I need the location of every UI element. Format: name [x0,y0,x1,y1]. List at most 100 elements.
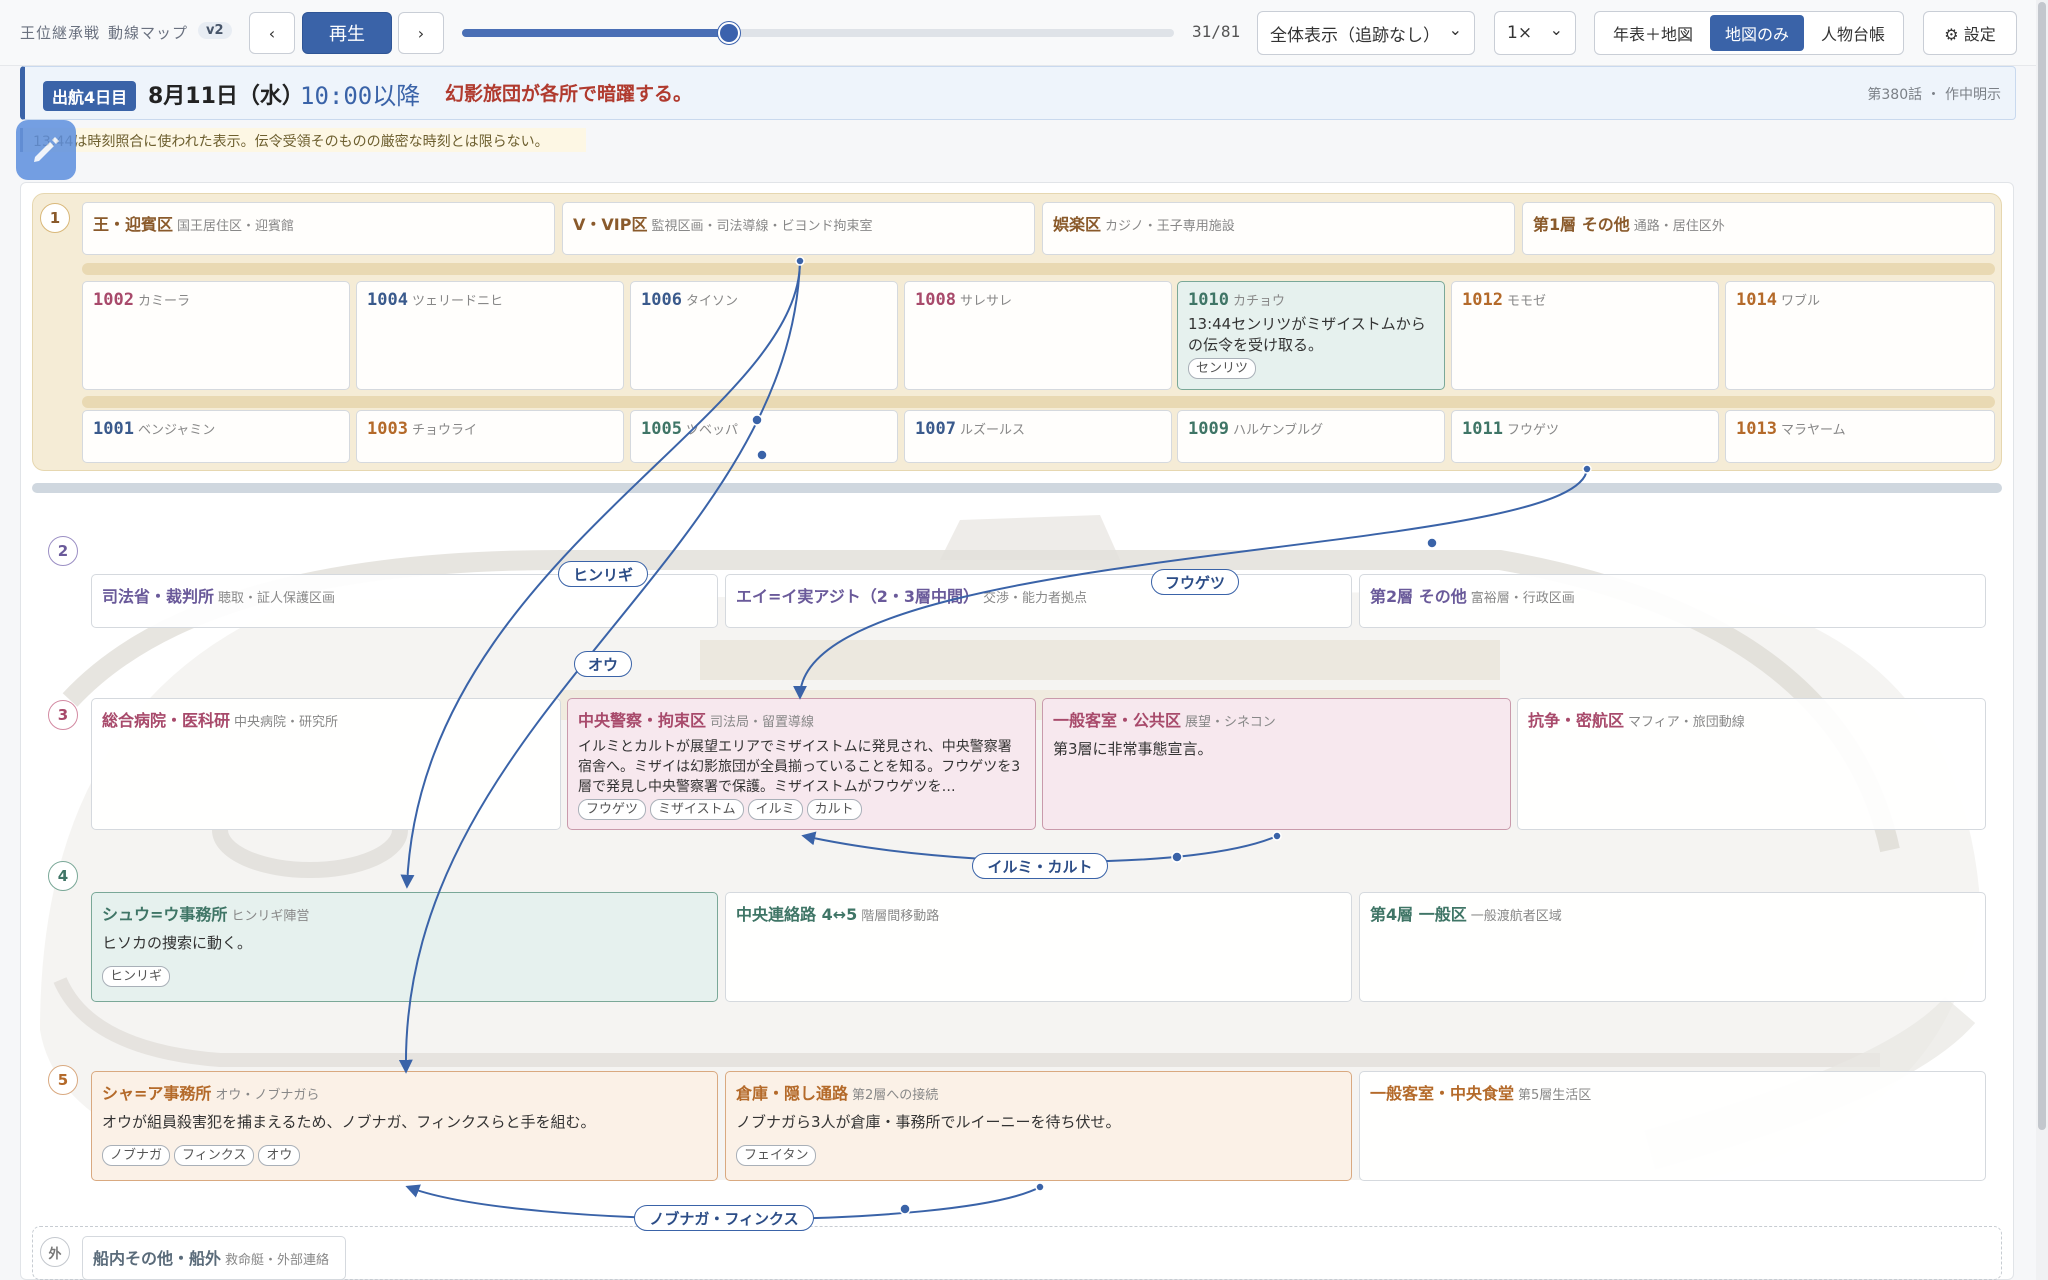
character-chip[interactable]: ミザイストム [650,799,744,820]
room-number: 1003 [367,419,408,439]
scrollbar-track[interactable] [2036,0,2048,1280]
room-number: 1002 [93,290,134,310]
zone-royal[interactable]: 王・迎賓区 国王居住区・迎賓館 [82,202,555,255]
zone-subtitle: 富裕層・行政区画 [1470,591,1575,606]
room-number: 1001 [93,419,134,439]
zone-event-text: オウが組員殺害犯を捕まえるため、ノブナガ、フィンクスらと手を組む。 [102,1113,596,1131]
room-1005[interactable]: 1005 ツベッパ [630,410,898,463]
zone-shuu-office[interactable]: シュウ=ウ事務所 ヒンリギ陣営 ヒソカの捜索に動く。 ヒンリギ [91,892,718,1002]
corridor-rail [82,396,1995,408]
zone-conflict[interactable]: 抗争・密航区 マフィア・旅団動線 [1517,698,1986,830]
room-1001[interactable]: 1001 ベンジャミン [82,410,350,463]
route-label-ou[interactable]: オウ [574,651,632,677]
zone-subtitle: 階層間移動路 [861,909,940,924]
zone-vip[interactable]: V・VIP区 監視区画・司法導線・ビヨンド拘束室 [562,202,1035,255]
room-1012[interactable]: 1012 モモゼ [1451,281,1719,390]
zone-central-passage[interactable]: 中央連絡路 4↔5 階層間移動路 [725,892,1352,1002]
floor-3-badge: 3 [48,700,78,730]
zone-floor2-other[interactable]: 第2層 その他 富裕層・行政区画 [1359,574,1986,628]
zone-title: シャ=ア事務所 [102,1084,212,1103]
room-1009[interactable]: 1009 ハルケンブルグ [1177,410,1445,463]
character-chip[interactable]: ノブナガ [102,1145,171,1166]
zone-subtitle: 一般渡航者区域 [1470,909,1562,924]
room-1011[interactable]: 1011 フウゲツ [1451,410,1719,463]
zone-floor1-other[interactable]: 第1層 その他 通路・居住区外 [1522,202,1995,255]
zone-subtitle: 第5層生活区 [1518,1088,1592,1103]
zone-title: 王・迎賓区 [93,215,174,234]
zone-title: 倉庫・隠し通路 [736,1084,849,1103]
room-1008[interactable]: 1008 サレサレ [904,281,1172,390]
room-1014[interactable]: 1014 ワブル [1725,281,1995,390]
room-number: 1008 [915,290,956,310]
zone-title: シュウ=ウ事務所 [102,905,228,924]
character-chip[interactable]: オウ [258,1145,301,1166]
room-occupant: カチョウ [1232,294,1285,309]
character-chip[interactable]: フウゲツ [578,799,647,820]
room-1007[interactable]: 1007 ルズールス [904,410,1172,463]
zone-subtitle: ヒンリギ陣営 [231,909,310,924]
zone-title: 第2層 その他 [1370,587,1467,606]
zone-subtitle: 司法局・留置導線 [710,715,815,730]
zone-title: 第1層 その他 [1533,215,1630,234]
room-occupant: ツベッパ [685,423,738,438]
room-occupant: ハルケンブルグ [1232,423,1324,438]
route-label-fuugetsu[interactable]: フウゲツ [1151,569,1239,595]
zone-entertainment[interactable]: 娯楽区 カジノ・王子専用施設 [1042,202,1515,255]
zone-title: エイ=イ実アジト（2・3層中間） [736,587,980,606]
zone-subtitle: 中央病院・研究所 [234,715,339,730]
zone-subtitle: 展望・シネコン [1185,715,1276,730]
zone-dining[interactable]: 一般客室・中央食堂 第5層生活区 [1359,1071,1986,1181]
corridor-rail [82,263,1995,275]
route-label-nobunaga-finks[interactable]: ノブナガ・フィンクス [634,1205,814,1231]
room-occupant: ワブル [1780,294,1820,309]
zone-hospital[interactable]: 総合病院・医科研 中央病院・研究所 [91,698,561,830]
room-1002[interactable]: 1002 カミーラ [82,281,350,390]
character-chip[interactable]: ヒンリギ [102,966,171,987]
room-number: 1005 [641,419,682,439]
room-number: 1004 [367,290,408,310]
zone-central-police[interactable]: 中央警察・拘束区 司法局・留置導線 イルミとカルトが展望エリアでミザイストムに発見… [567,698,1036,830]
zone-title: 船内その他・船外 [93,1249,222,1268]
zone-warehouse[interactable]: 倉庫・隠し通路 第2層への接続 ノブナガら3人が倉庫・事務所でルイーニーを待ち伏せ… [725,1071,1352,1181]
zone-subtitle: 第2層への接続 [852,1088,939,1103]
zone-subtitle: マフィア・旅団動線 [1628,715,1745,730]
zone-title: 中央警察・拘束区 [578,711,707,730]
zone-subtitle: 聴取・証人保護区画 [218,591,336,606]
floor-1-badge: 1 [40,203,70,233]
zone-sha-office[interactable]: シャ=ア事務所 オウ・ノブナガら オウが組員殺害犯を捕まえるため、ノブナガ、フィン… [91,1071,718,1181]
room-occupant: サレサレ [959,294,1012,309]
zone-floor4-general[interactable]: 第4層 一般区 一般渡航者区域 [1359,892,1986,1002]
app-root: 王位継承戦 動線マップ v2 ‹ 再生 › 31/81 全体表示（追跡なし） ⌄… [0,0,2048,1280]
zone-title: 一般客室・中央食堂 [1370,1084,1515,1103]
room-occupant: カミーラ [137,294,190,309]
room-1003[interactable]: 1003 チョウライ [356,410,624,463]
route-label-hinrigi[interactable]: ヒンリギ [558,561,648,587]
scrollbar-thumb[interactable] [2038,2,2046,1130]
zone-ei-hideout[interactable]: エイ=イ実アジト（2・3層中間） 交渉・能力者拠点 [725,574,1352,628]
zone-subtitle: 救命艇・外部連絡 [225,1253,330,1268]
outside-badge: 外 [40,1237,70,1267]
room-1010[interactable]: 1010 カチョウ 13:44センリツがミザイストムからの伝令を受け取る。 センリ… [1177,281,1445,390]
zone-title: 娯楽区 [1053,215,1102,234]
character-chip[interactable]: フィンクス [174,1145,255,1166]
zone-outside[interactable]: 船内その他・船外 救命艇・外部連絡 [82,1236,346,1280]
room-1006[interactable]: 1006 タイソン [630,281,898,390]
room-1013[interactable]: 1013 マラヤーム [1725,410,1995,463]
zone-event-text: イルミとカルトが展望エリアでミザイストムに発見され、中央警察署宿舎へ。ミザイは幻… [578,739,1021,795]
zone-public-cabins[interactable]: 一般客室・公共区 展望・シネコン 第3層に非常事態宣言。 [1042,698,1511,830]
floor-4-badge: 4 [48,861,78,891]
room-occupant: ルズールス [959,423,1025,438]
floor-2-badge: 2 [48,536,78,566]
room-number: 1011 [1462,419,1503,439]
character-chip[interactable]: イルミ [747,799,803,820]
character-chip[interactable]: フェイタン [736,1145,817,1166]
room-occupant: チョウライ [411,423,477,438]
route-label-illumi-kalluto[interactable]: イルミ・カルト [972,853,1108,879]
floor-5-badge: 5 [48,1065,78,1095]
room-1004[interactable]: 1004 ツェリードニヒ [356,281,624,390]
room-number: 1009 [1188,419,1229,439]
character-chip[interactable]: センリツ [1188,358,1257,379]
character-chip[interactable]: カルト [806,799,862,820]
zone-event-text: ヒソカの捜索に動く。 [102,934,253,952]
zone-event-text: 第3層に非常事態宣言。 [1053,740,1213,758]
